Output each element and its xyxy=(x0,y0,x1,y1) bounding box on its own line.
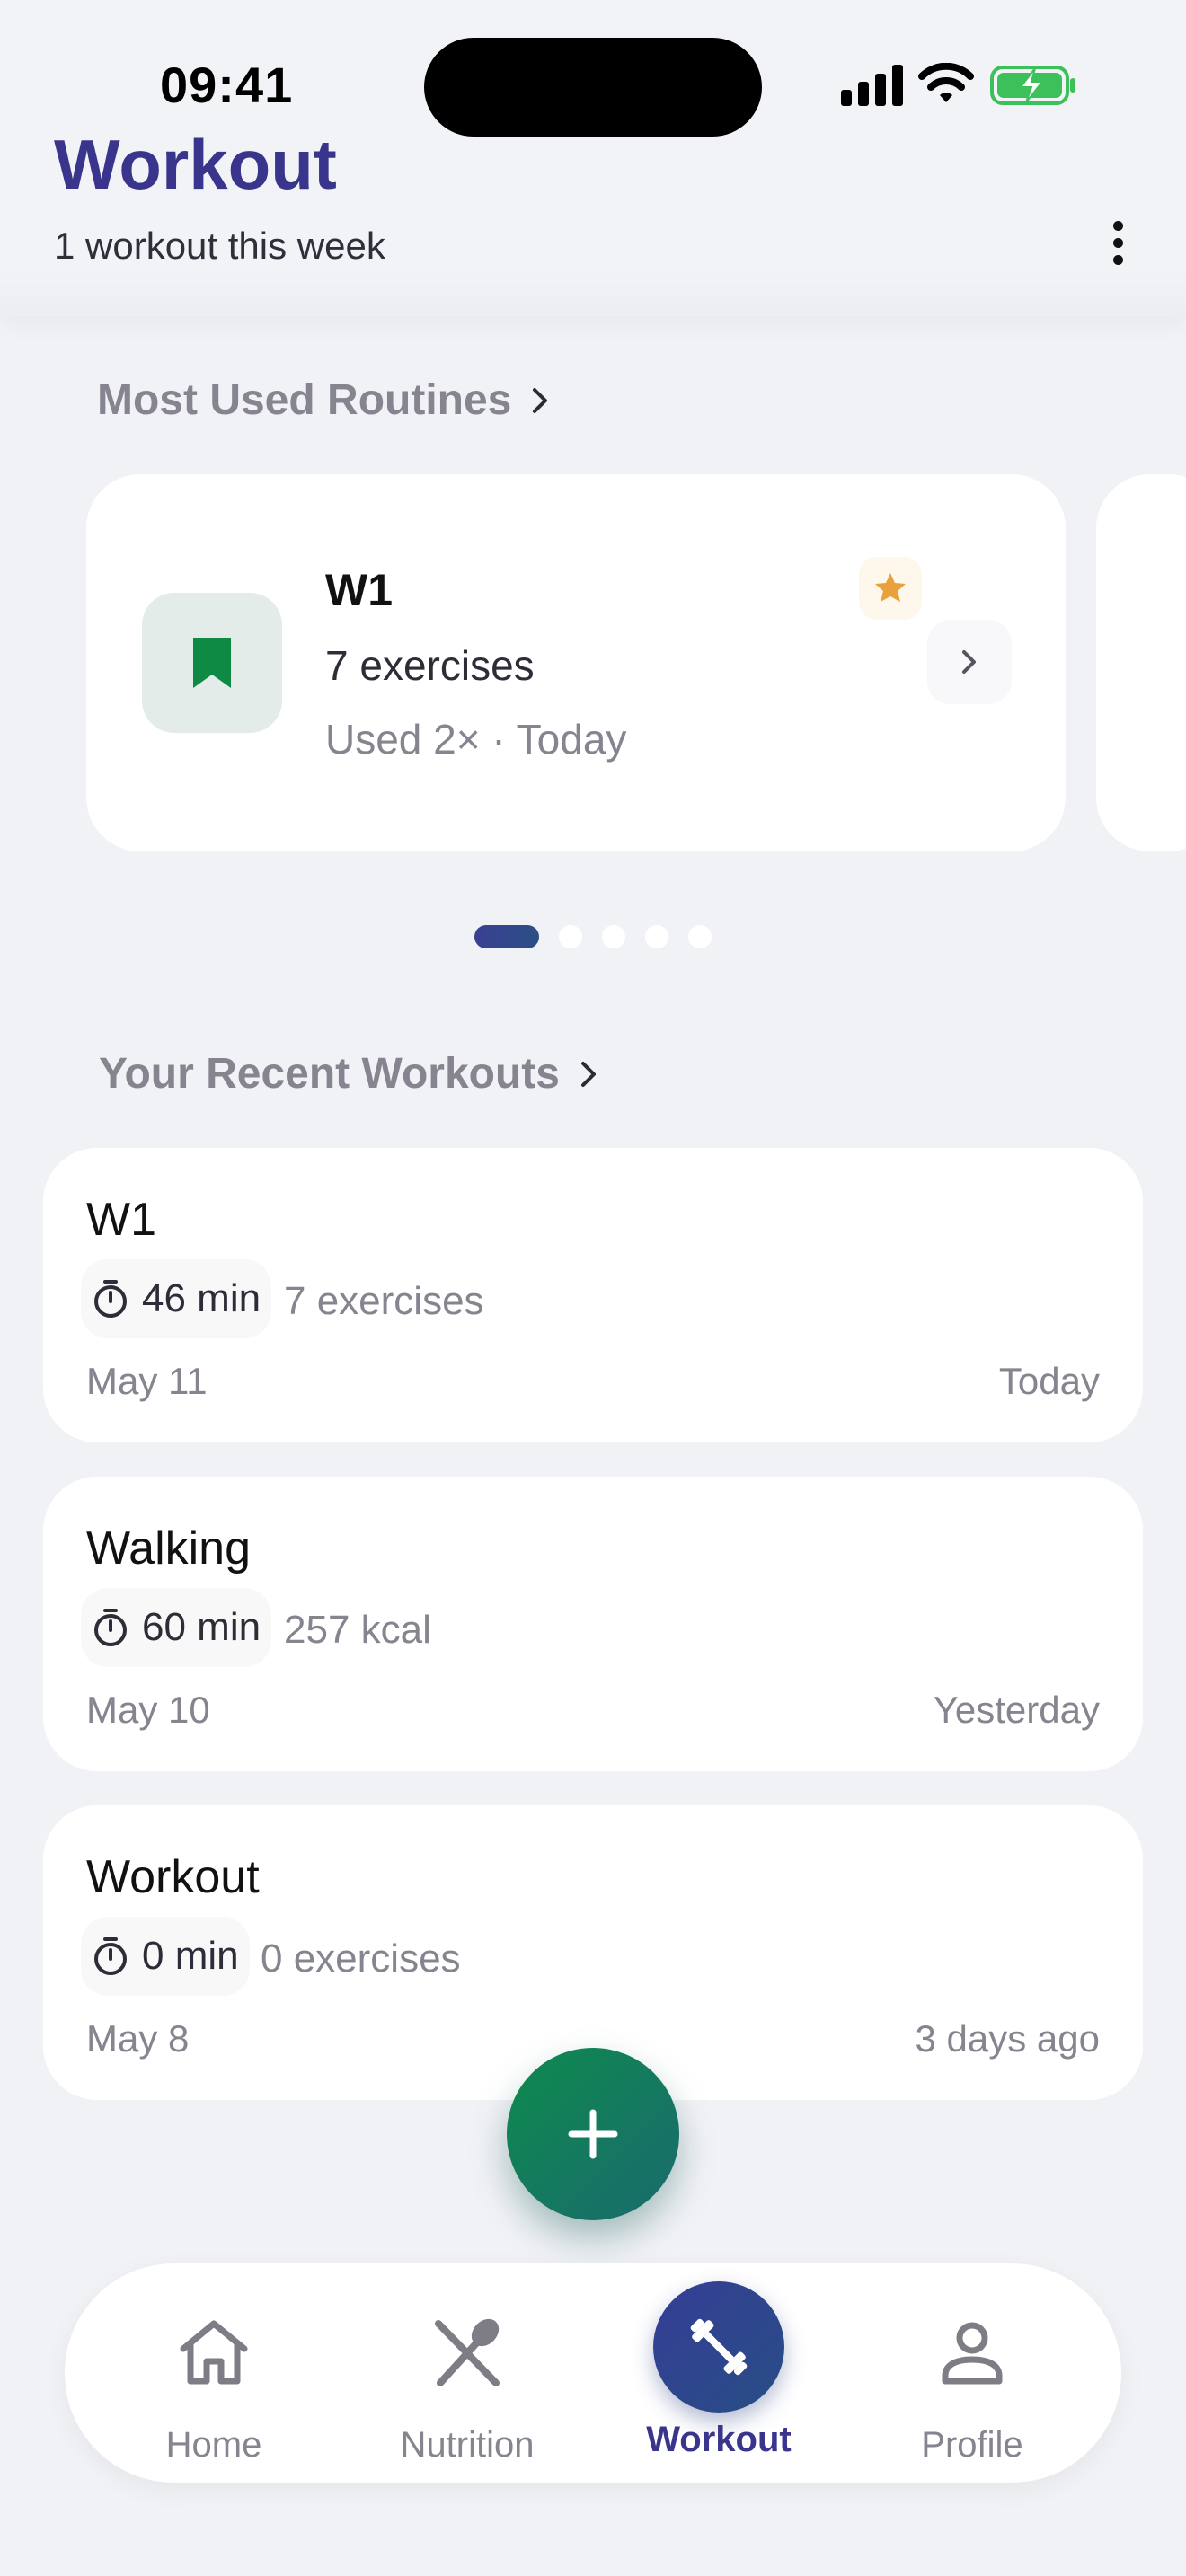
page-subtitle: 1 workout this week xyxy=(54,225,385,267)
nav-label: Profile xyxy=(921,2425,1023,2465)
home-icon xyxy=(173,2312,254,2393)
most-used-routines-header[interactable]: Most Used Routines xyxy=(97,375,553,425)
stopwatch-icon xyxy=(94,1609,127,1646)
status-time: 09:41 xyxy=(160,57,294,113)
star-icon xyxy=(875,573,906,602)
battery-charging-icon xyxy=(990,66,1075,105)
nav-label: Nutrition xyxy=(400,2425,535,2465)
plus-icon xyxy=(568,2109,618,2159)
workout-card[interactable]: Walking 60 min 257 kcal May 10 Yesterday xyxy=(43,1477,1143,1771)
carousel-pagination[interactable] xyxy=(474,925,712,948)
dot xyxy=(1112,220,1123,231)
person-icon xyxy=(932,2312,1013,2393)
recent-workouts-header[interactable]: Your Recent Workouts xyxy=(99,1049,601,1098)
workout-relative-date: Today xyxy=(998,1360,1100,1402)
carousel-dot[interactable] xyxy=(688,925,712,948)
workout-date: May 8 xyxy=(86,2017,190,2060)
fork-spoon-icon xyxy=(427,2312,508,2393)
next-routine-card-peek[interactable] xyxy=(1096,474,1186,851)
nav-home[interactable]: Home xyxy=(106,2263,322,2483)
routine-card[interactable]: W1 7 exercises Used 2× · Today xyxy=(86,474,1066,851)
duration-pill: 0 min xyxy=(81,1917,250,1996)
bottom-navigation: Home Nutrition Workout Profile xyxy=(65,2263,1121,2483)
workout-duration: 46 min xyxy=(142,1276,261,1320)
workout-title: Workout xyxy=(86,1851,260,1903)
section-title: Most Used Routines xyxy=(97,376,512,424)
workout-title: W1 xyxy=(86,1194,156,1246)
chevron-right-icon xyxy=(533,387,548,413)
workout-title: Walking xyxy=(86,1522,252,1575)
duration-pill: 46 min xyxy=(81,1259,272,1338)
routine-exercise-count: 7 exercises xyxy=(325,642,535,689)
workout-date: May 11 xyxy=(86,1360,208,1402)
carousel-dot[interactable] xyxy=(602,925,625,948)
carousel-dot[interactable] xyxy=(645,925,668,948)
add-workout-button[interactable] xyxy=(507,2048,679,2220)
workout-card[interactable]: W1 46 min 7 exercises May 11 Today xyxy=(43,1148,1143,1442)
nav-workout[interactable]: Workout xyxy=(611,2263,827,2483)
nav-profile[interactable]: Profile xyxy=(864,2263,1080,2483)
stopwatch-icon xyxy=(94,1937,127,1975)
chevron-right-icon xyxy=(962,650,976,674)
cellular-signal-icon xyxy=(841,65,903,106)
routine-name: W1 xyxy=(325,565,393,615)
dynamic-island xyxy=(424,38,762,137)
workout-duration: 0 min xyxy=(142,1934,239,1978)
carousel-dot-active[interactable] xyxy=(474,925,539,948)
workout-meta: 257 kcal xyxy=(284,1608,431,1652)
routine-open-button[interactable] xyxy=(927,620,1012,704)
nav-nutrition[interactable]: Nutrition xyxy=(359,2263,575,2483)
favorite-star[interactable] xyxy=(859,557,922,620)
bookmark-icon xyxy=(193,638,231,688)
dumbbell-icon xyxy=(653,2281,784,2413)
duration-pill: 60 min xyxy=(81,1588,272,1667)
wifi-icon xyxy=(918,63,974,102)
page-title: Workout xyxy=(54,125,337,204)
dot xyxy=(1112,254,1123,265)
stopwatch-icon xyxy=(94,1280,127,1318)
workout-meta: 0 exercises xyxy=(261,1936,461,1981)
section-title: Your Recent Workouts xyxy=(99,1050,560,1098)
workout-date: May 10 xyxy=(86,1689,210,1731)
dot xyxy=(1112,237,1123,248)
chevron-right-icon xyxy=(580,1061,596,1087)
routine-icon xyxy=(142,593,282,733)
workout-duration: 60 min xyxy=(142,1605,261,1649)
workout-relative-date: 3 days ago xyxy=(915,2017,1101,2060)
more-options-button[interactable] xyxy=(1094,214,1141,271)
workout-meta: 7 exercises xyxy=(284,1279,484,1323)
carousel-dot[interactable] xyxy=(559,925,582,948)
nav-label: Home xyxy=(165,2425,262,2465)
nav-label: Workout xyxy=(646,2420,792,2459)
workout-relative-date: Yesterday xyxy=(933,1689,1100,1731)
routine-usage: Used 2× · Today xyxy=(325,716,627,763)
